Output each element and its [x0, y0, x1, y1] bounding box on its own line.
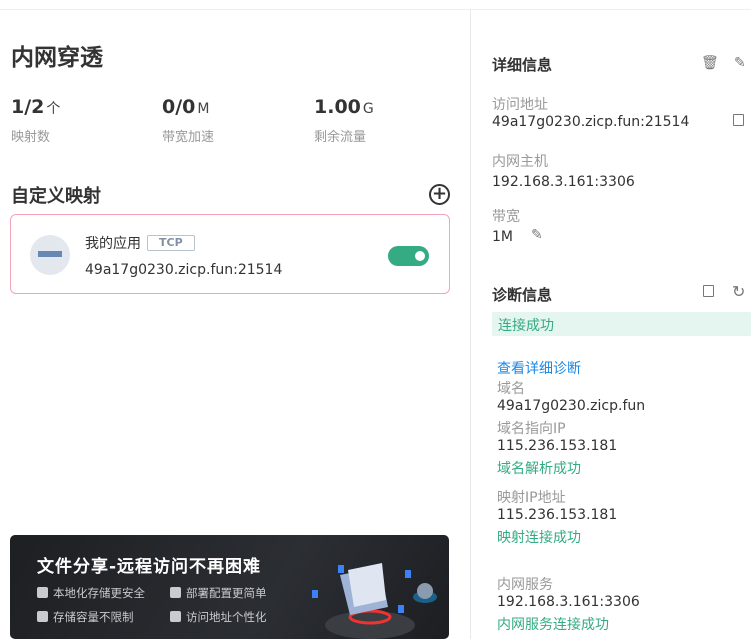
domain-ip-value: 115.236.153.181: [497, 438, 618, 454]
banner-feature: 部署配置更简单: [170, 585, 267, 601]
mapping-address: 49a17g0230.zicp.fun:21514: [85, 262, 283, 278]
detail-panel: 详细信息 🗑 ✎ 访问地址 49a17g0230.zicp.fun:21514 …: [470, 10, 751, 639]
browser-icon: [170, 611, 181, 622]
edit-icon[interactable]: ✎: [734, 55, 746, 71]
banner-title: 文件分享-远程访问不再困难: [37, 557, 262, 577]
bandwidth-label: 带宽: [492, 209, 520, 225]
edit-bandwidth-icon[interactable]: ✎: [531, 227, 543, 243]
section-title: 自定义映射: [11, 186, 101, 207]
domain-ip-status: 域名解析成功: [497, 461, 581, 477]
mapping-toggle[interactable]: [388, 246, 429, 266]
copy-diag-icon[interactable]: [703, 285, 714, 301]
stat-bandwidth: 0/0 M 带宽加速: [162, 96, 214, 145]
domain-label: 域名: [497, 381, 525, 397]
detail-diag-link[interactable]: 查看详细诊断: [497, 358, 581, 378]
add-mapping-button[interactable]: +: [429, 184, 450, 205]
details-title: 详细信息: [492, 56, 553, 74]
host-value: 192.168.3.161:3306: [492, 174, 635, 190]
access-value: 49a17g0230.zicp.fun:21514: [492, 114, 690, 130]
copy-icon[interactable]: [733, 114, 744, 130]
promo-banner[interactable]: 文件分享-远程访问不再困难 本地化存储更安全 部署配置更简单 存储容量不限制 访…: [10, 535, 449, 639]
stat-mappings: 1/2 个 映射数: [11, 96, 60, 145]
service-status: 内网服务连接成功: [497, 617, 609, 633]
banner-feature: 本地化存储更安全: [37, 585, 145, 601]
service-label: 内网服务: [497, 577, 553, 593]
bandwidth-value: 1M: [492, 229, 513, 245]
stat-label: 映射数: [11, 130, 51, 145]
main-panel: 内网穿透 1/2 个 映射数 0/0 M 带宽加速 1.00 G 剩余流量 自定义映射…: [0, 10, 470, 639]
stat-value: 0/0: [162, 96, 196, 118]
host-label: 内网主机: [492, 154, 548, 170]
refresh-icon[interactable]: ↻: [732, 282, 745, 301]
mapping-card[interactable]: 我的应用 TCP 49a17g0230.zicp.fun:21514: [10, 214, 450, 294]
app-icon: [30, 235, 70, 275]
stat-unit: G: [362, 101, 374, 117]
map-ip-value: 115.236.153.181: [497, 507, 618, 523]
diag-title: 诊断信息: [492, 286, 553, 304]
stat-value: 1/2: [11, 96, 45, 118]
delete-icon[interactable]: 🗑: [701, 55, 719, 71]
stat-unit: M: [197, 101, 210, 117]
folder-illustration: [312, 563, 437, 639]
stat-unit: 个: [46, 101, 61, 117]
stat-label: 带宽加速: [162, 130, 215, 145]
save-icon: [37, 611, 48, 622]
domain-ip-label: 域名指向IP: [497, 421, 566, 437]
domain-value: 49a17g0230.zicp.fun: [497, 398, 646, 414]
map-ip-status: 映射连接成功: [497, 530, 581, 546]
banner-feature: 访问地址个性化: [170, 609, 267, 625]
banner-feature: 存储容量不限制: [37, 609, 134, 625]
mapping-name: 我的应用: [85, 236, 141, 252]
plus-icon: +: [431, 183, 448, 204]
diag-status: 连接成功: [492, 312, 751, 336]
access-label: 访问地址: [492, 97, 548, 113]
map-ip-label: 映射IP地址: [497, 490, 566, 506]
service-value: 192.168.3.161:3306: [497, 594, 640, 610]
stat-label: 剩余流量: [314, 130, 367, 145]
page-title: 内网穿透: [11, 45, 103, 71]
protocol-badge: TCP: [147, 235, 195, 251]
shield-icon: [37, 587, 48, 598]
list-icon: [170, 587, 181, 598]
stat-value: 1.00: [314, 96, 361, 118]
stat-traffic: 1.00 G 剩余流量: [314, 96, 374, 145]
